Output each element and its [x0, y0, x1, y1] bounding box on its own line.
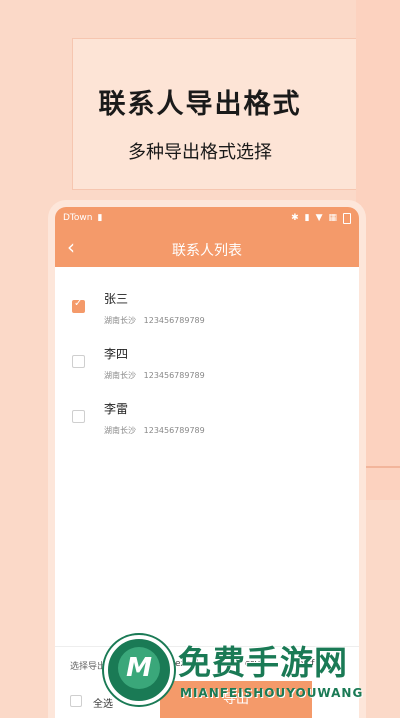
- contact-name: 张三: [104, 292, 129, 306]
- select-all-label: 全选: [93, 699, 113, 710]
- page-title: 联系人列表: [172, 243, 242, 259]
- contact-phone: 123456789789: [143, 371, 205, 380]
- format-label: 选择导出: [70, 662, 107, 672]
- contact-item[interactable]: 李四 湖南长沙 123456789789: [55, 334, 359, 389]
- vibrate-icon: ▮: [304, 213, 310, 223]
- contact-item[interactable]: 李雷 湖南长沙 123456789789: [55, 389, 359, 444]
- contact-checkbox[interactable]: [72, 410, 85, 423]
- watermark-logo-letter: M: [118, 647, 160, 689]
- battery-icon: [343, 212, 351, 224]
- watermark-logo: M: [104, 635, 174, 705]
- select-all-checkbox[interactable]: [70, 695, 82, 707]
- promo-headline: 联系人导出格式: [98, 89, 302, 120]
- status-bar: DTown ▮ ✱ ▮ ▼ ▦: [55, 207, 359, 229]
- contact-item[interactable]: ✓ 张三 湖南长沙 123456789789: [55, 279, 359, 334]
- bluetooth-icon: ✱: [291, 213, 299, 223]
- lock-icon: ▮: [97, 213, 103, 223]
- contact-list: ✓ 张三 湖南长沙 123456789789 李四 湖南长沙 123456789…: [55, 267, 359, 444]
- check-icon: ✓: [74, 298, 83, 309]
- contact-location: 湖南长沙: [104, 371, 136, 380]
- contact-checkbox[interactable]: [72, 355, 85, 368]
- title-bar: ‹ 联系人列表: [55, 229, 359, 267]
- contact-location: 湖南长沙: [104, 426, 136, 435]
- contact-phone: 123456789789: [143, 316, 205, 325]
- contact-location: 湖南长沙: [104, 316, 136, 325]
- status-app-name: DTown: [63, 213, 93, 223]
- wifi-icon: ▼: [315, 213, 323, 223]
- watermark-pinyin: MIANFEISHOUYOUWANG: [180, 686, 364, 700]
- watermark-title: 免费手游网: [178, 643, 348, 682]
- contact-phone: 123456789789: [143, 426, 205, 435]
- contact-checkbox[interactable]: ✓: [72, 298, 85, 313]
- no-sim-icon: ▦: [328, 213, 337, 223]
- promo-subline: 多种导出格式选择: [128, 142, 272, 163]
- contact-name: 李四: [104, 347, 129, 361]
- contact-name: 李雷: [104, 402, 129, 416]
